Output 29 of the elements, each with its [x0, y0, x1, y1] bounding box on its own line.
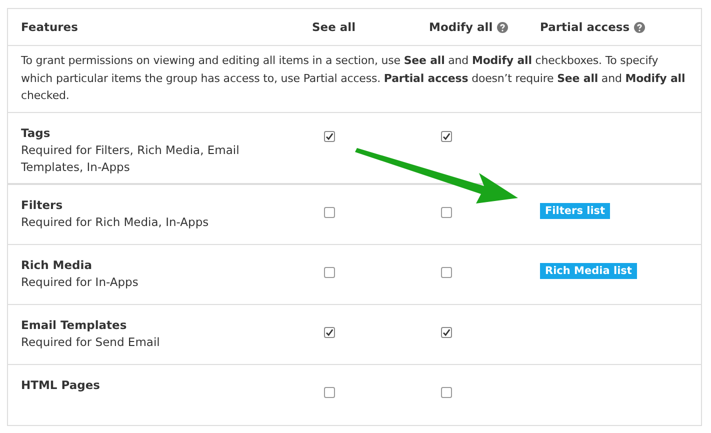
help-icon[interactable] [496, 22, 508, 32]
arrow-icon [355, 145, 520, 204]
modify-all-checkbox[interactable] [441, 326, 452, 338]
partial-list-button[interactable]: Rich Media list [540, 262, 637, 278]
column-header: Modify all [429, 20, 493, 34]
see-all-checkbox[interactable] [324, 206, 335, 218]
see-all-checkbox[interactable] [324, 266, 335, 278]
modify-all-checkbox[interactable] [441, 206, 452, 218]
partial-list-button[interactable]: Filters list [540, 202, 610, 218]
feature-name: Tags [21, 124, 52, 142]
modify-all-checkbox[interactable] [441, 130, 452, 142]
column-header: Partial access [540, 20, 630, 34]
column-header: Features [21, 20, 78, 34]
intro-text: To grant permissions on viewing and editing all items in a section, use See all and Modify all checkboxes. To specify which particular items the group has access to, use Partial access. Partial access doesn’t require See all and Modify all checked. [21, 53, 686, 104]
modify-all-checkbox[interactable] [441, 266, 452, 278]
feature-note: Required for In-Apps [21, 274, 140, 290]
column-header: See all [312, 20, 356, 34]
see-all-checkbox[interactable] [324, 386, 335, 398]
feature-name: Email Templates [21, 316, 128, 334]
feature-note: Required for Filters, Rich Media, Email Templates, In-Apps [21, 142, 240, 176]
feature-name: Filters [21, 196, 64, 214]
see-all-checkbox[interactable] [324, 326, 335, 338]
see-all-checkbox[interactable] [324, 130, 335, 142]
feature-note: Required for Send Email [21, 334, 161, 350]
modify-all-checkbox[interactable] [441, 386, 452, 398]
help-icon[interactable] [634, 22, 645, 32]
feature-note: Required for Rich Media, In-Apps [21, 214, 210, 230]
feature-name: Rich Media [21, 256, 93, 274]
feature-name: HTML Pages [21, 376, 102, 394]
